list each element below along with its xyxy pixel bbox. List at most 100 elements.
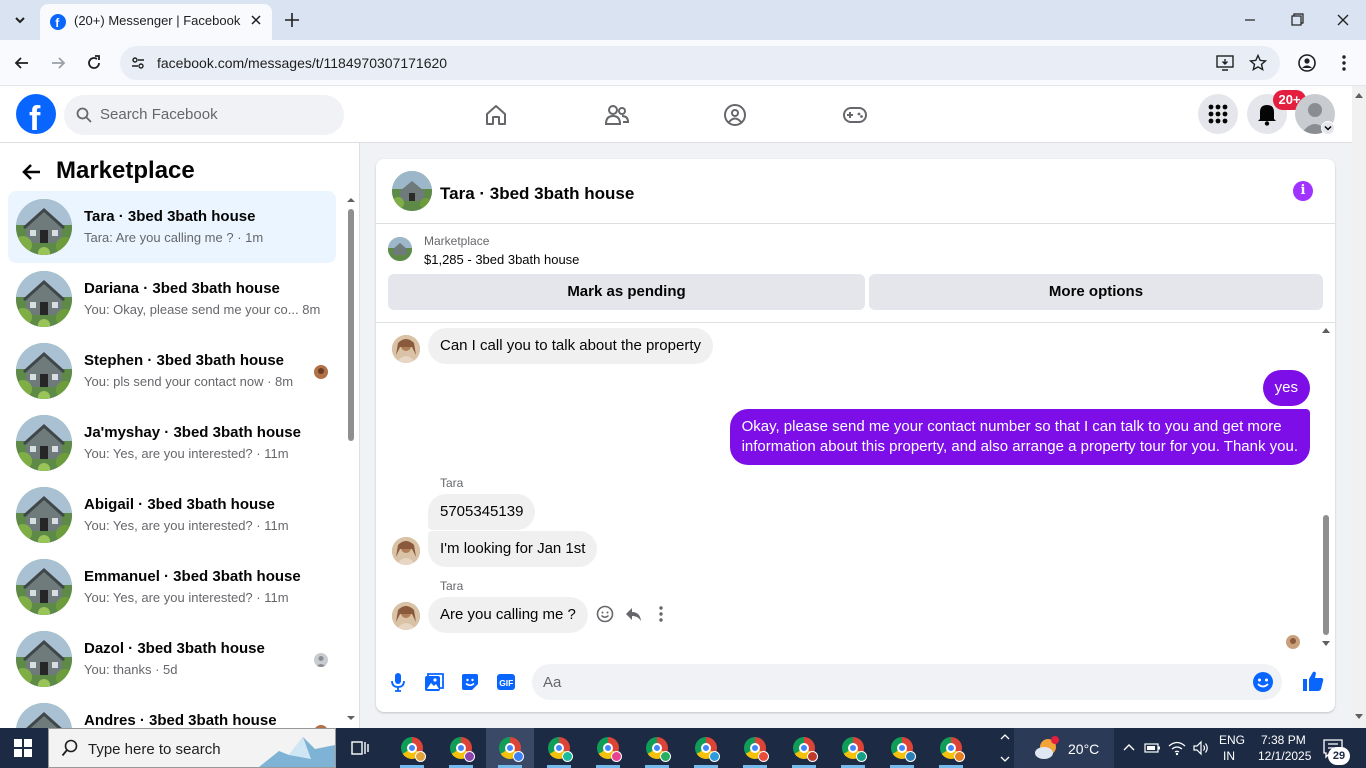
listing-thumbnail[interactable] [388,237,412,261]
conversation-info-icon[interactable]: i [1293,181,1313,201]
friends-nav-icon[interactable] [604,103,630,127]
chrome-taskbar-icon[interactable] [927,728,975,768]
outgoing-message-line: information about this property, and als… [741,438,1298,455]
sender-name: Tara [440,579,464,593]
chrome-taskbar-icon[interactable] [486,728,534,768]
listing-source: Marketplace [424,234,490,248]
incoming-message[interactable]: Are you calling me ? [428,597,588,633]
chrome-taskbar-icon[interactable] [388,728,436,768]
emoji-picker-icon[interactable] [1252,671,1274,693]
chat-avatar[interactable] [392,171,432,211]
more-actions-icon[interactable] [652,605,670,623]
windows-start-icon[interactable] [14,739,32,757]
clock-date[interactable]: 12/1/2025 [1258,749,1311,763]
facebook-logo-icon[interactable]: f [16,94,56,134]
tray-chevron-up-icon[interactable] [1121,740,1137,756]
minimize-window-icon[interactable] [1240,10,1260,30]
chrome-taskbar-icon[interactable] [731,728,779,768]
conversation-item[interactable]: Dariana · 3bed 3bath house You: Okay, ple… [8,263,336,335]
conversation-avatar [16,199,72,255]
attach-photo-icon[interactable] [424,672,444,692]
task-view-icon[interactable] [350,738,370,758]
forward-icon[interactable] [48,53,68,73]
conversation-item[interactable]: Abigail · 3bed 3bath house You: Yes, are … [8,479,336,551]
chrome-taskbar-icon[interactable] [780,728,828,768]
new-tab-button[interactable] [282,10,302,30]
site-settings-icon[interactable] [130,55,146,71]
chrome-taskbar-icon[interactable] [584,728,632,768]
mark-as-pending-button[interactable]: Mark as pending [388,274,865,310]
thread-scrollbar[interactable] [1320,325,1332,651]
input-region[interactable]: IN [1223,749,1235,763]
conversation-name: Andres · 3bed 3bath house [84,712,277,728]
battery-icon[interactable] [1144,740,1162,756]
home-nav-icon[interactable] [484,103,508,127]
listing-title[interactable]: $1,285 - 3bed 3bath house [424,252,579,267]
account-chevron-down-icon[interactable] [1321,121,1335,135]
reply-icon[interactable] [624,605,642,623]
more-options-button[interactable]: More options [869,274,1323,310]
gaming-nav-icon[interactable] [842,105,868,125]
chrome-icon [793,737,818,762]
close-tab-icon[interactable] [248,12,264,28]
close-window-icon[interactable] [1333,10,1353,30]
conversation-item[interactable]: Ja'myshay · 3bed 3bath house You: Yes, ar… [8,407,336,479]
input-language[interactable]: ENG [1219,733,1245,747]
profile-icon[interactable] [1297,53,1317,73]
weather-widget[interactable]: 20°C [1014,728,1114,768]
menu-grid-icon[interactable] [1198,94,1238,134]
thumbs-up-send-icon[interactable] [1301,669,1325,693]
message-input[interactable]: Aa [532,664,1282,700]
outgoing-message[interactable]: Okay, please send me your contact number… [729,409,1310,465]
chrome-icon [450,737,475,762]
chrome-taskbar-icon[interactable] [829,728,877,768]
install-app-icon[interactable] [1216,54,1234,72]
search-icon [76,107,92,123]
conversation-item[interactable]: Tara · 3bed 3bath house Tara: Are you cal… [8,191,336,263]
outgoing-message[interactable]: yes [1262,370,1310,406]
bookmark-star-icon[interactable] [1249,54,1267,72]
sender-avatar[interactable] [392,602,420,630]
chat-title[interactable]: Tara · 3bed 3bath house [440,184,634,204]
facebook-search-input[interactable]: Search Facebook [64,95,344,135]
show-hidden-icons-chevron[interactable] [998,730,1012,766]
groups-nav-icon[interactable] [723,103,747,127]
taskbar-search-box[interactable]: Type here to search [48,728,336,768]
chrome-taskbar-icon[interactable] [633,728,681,768]
volume-icon[interactable] [1192,740,1210,756]
incoming-message[interactable]: Can I call you to talk about the propert… [428,328,713,364]
clock-time[interactable]: 7:38 PM [1261,733,1306,747]
tab-search-button[interactable] [8,8,32,32]
conversation-item[interactable]: Andres · 3bed 3bath house [8,695,336,728]
incoming-message[interactable]: I'm looking for Jan 1st [428,531,598,567]
conversation-snippet: You: Okay, please send me your co... 8m [84,302,321,317]
conversation-item[interactable]: Stephen · 3bed 3bath house You: pls send … [8,335,336,407]
browser-menu-icon[interactable] [1334,53,1354,73]
seen-avatar [1286,635,1300,649]
conversation-item[interactable]: Emmanuel · 3bed 3bath house You: Yes, are… [8,551,336,623]
restore-window-icon[interactable] [1287,10,1307,30]
chrome-taskbar-icon[interactable] [437,728,485,768]
svg-text:GIF: GIF [499,678,513,688]
voice-clip-icon[interactable] [388,672,408,692]
page-scrollbar[interactable] [1352,86,1366,728]
conversation-item[interactable]: Dazol · 3bed 3bath house You: thanks · 5d [8,623,336,695]
chrome-taskbar-icon[interactable] [878,728,926,768]
wifi-icon[interactable] [1168,740,1186,756]
chrome-taskbar-icon[interactable] [535,728,583,768]
conversation-avatar [16,487,72,543]
back-arrow-icon[interactable] [20,160,44,184]
sender-avatar[interactable] [392,335,420,363]
chrome-taskbar-icon[interactable] [682,728,730,768]
url-text[interactable]: facebook.com/messages/t/1184970307171620 [157,55,447,71]
react-emoji-icon[interactable] [596,605,614,623]
incoming-message[interactable]: 5705345139 [428,494,536,530]
sender-avatar[interactable] [392,537,420,565]
browser-tab[interactable]: f (20+) Messenger | Facebook [40,4,272,40]
conversation-scrollbar[interactable] [344,195,358,723]
address-bar[interactable]: facebook.com/messages/t/1184970307171620 [120,46,1280,80]
sticker-icon[interactable] [460,672,480,692]
reload-icon[interactable] [84,53,104,73]
gif-icon[interactable]: GIF [496,672,516,692]
back-icon[interactable] [12,53,32,73]
